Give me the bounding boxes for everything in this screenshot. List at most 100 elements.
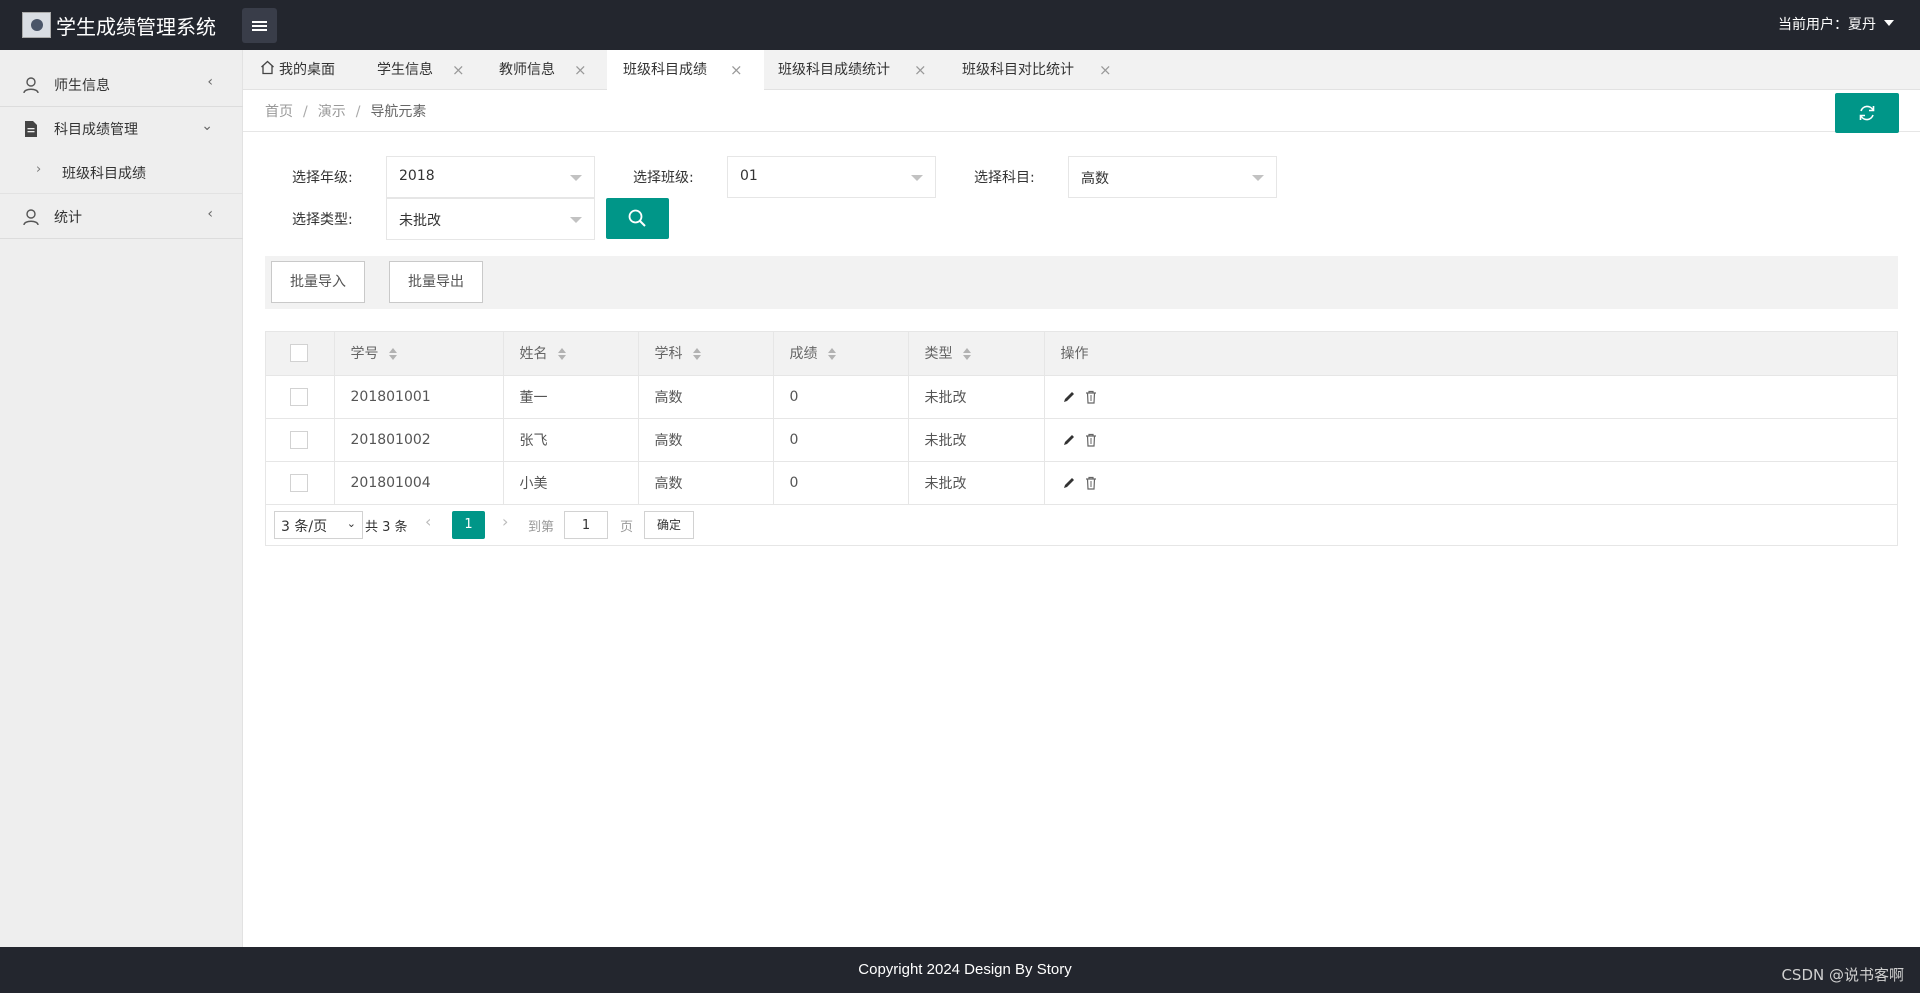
cell-type: 未批改: [908, 375, 1045, 419]
class-label: 选择班级:: [633, 170, 694, 186]
copyright-text: Copyright 2024 Design By Story: [858, 961, 1072, 978]
score-table: 学号 姓名 学科 成绩 类型 操作 201801001 董一 高数 0 未批改: [265, 331, 1898, 546]
home-icon: [261, 60, 274, 75]
type-select[interactable]: 未批改: [386, 198, 595, 240]
column-header-subject[interactable]: 学科: [638, 332, 774, 376]
page-button-current[interactable]: 1: [452, 511, 485, 539]
sidebar: 师生信息 ‹ 科目成绩管理 ⌄ › 班级科目成绩 统计 ‹: [0, 50, 243, 947]
grade-select-value: 2018: [399, 168, 435, 184]
next-page-icon[interactable]: ›: [502, 512, 508, 531]
column-header-score[interactable]: 成绩: [773, 332, 909, 376]
sort-icon[interactable]: [827, 348, 836, 361]
column-header-type[interactable]: 类型: [908, 332, 1045, 376]
caret-down-icon: [570, 175, 582, 181]
tab-my-desktop[interactable]: 我的桌面: [260, 50, 335, 90]
cell-id: 201801001: [334, 375, 504, 419]
column-header-actions: 操作: [1044, 332, 1897, 376]
breadcrumb-bar: 首页 / 演示 / 导航元素: [243, 90, 1920, 133]
caret-down-icon: [570, 217, 582, 223]
edit-icon[interactable]: [1061, 475, 1077, 491]
goto-confirm-button[interactable]: 确定: [644, 511, 694, 539]
sidebar-item-statistics[interactable]: 统计 ‹: [0, 194, 243, 238]
cell-subject: 高数: [638, 375, 774, 419]
breadcrumb-item[interactable]: 演示: [318, 104, 346, 120]
breadcrumb-item[interactable]: 首页: [265, 104, 293, 120]
type-label: 选择类型:: [292, 212, 353, 228]
chevron-left-icon: ‹: [207, 74, 213, 90]
sort-icon[interactable]: [962, 348, 971, 361]
app-title: 学生成绩管理系统: [56, 15, 216, 39]
tab-class-subject-score[interactable]: 班级科目成绩 ×: [607, 50, 764, 90]
class-select[interactable]: 01: [727, 156, 936, 198]
sidebar-item-label: 统计: [54, 210, 82, 226]
trash-icon[interactable]: [1083, 389, 1099, 405]
row-checkbox[interactable]: [290, 387, 308, 406]
chevron-left-icon: ‹: [207, 206, 213, 222]
close-icon[interactable]: ×: [1099, 50, 1112, 90]
close-icon[interactable]: ×: [452, 50, 465, 90]
chevron-down-icon: ⌄: [201, 118, 213, 134]
tab-bar: 我的桌面 学生信息 × 教师信息 × 班级科目成绩 × 班级科目成绩统计 × 班…: [243, 50, 1920, 90]
row-checkbox[interactable]: [290, 473, 308, 492]
breadcrumb-current: 导航元素: [370, 104, 427, 120]
tab-class-subject-compare-stats[interactable]: 班级科目对比统计 ×: [962, 50, 1122, 90]
table-toolbar: 批量导入 批量导出: [265, 256, 1898, 309]
pagination: 3 条/页 ⌄ 共 3 条 ‹ 1 › 到第 页 确定: [266, 504, 1897, 546]
sort-icon[interactable]: [557, 348, 566, 361]
breadcrumb: 首页 / 演示 / 导航元素: [265, 104, 427, 120]
cell-name: 小美: [503, 461, 639, 505]
sidebar-item-score-management[interactable]: 科目成绩管理 ⌄: [0, 106, 243, 150]
current-user-menu[interactable]: 当前用户：夏丹: [1778, 14, 1894, 34]
top-header: 学生成绩管理系统 当前用户：夏丹: [0, 0, 1920, 50]
column-header-name[interactable]: 姓名: [503, 332, 639, 376]
prev-page-icon[interactable]: ‹: [425, 512, 431, 531]
select-all-checkbox[interactable]: [290, 344, 308, 363]
grade-select[interactable]: 2018: [386, 156, 595, 198]
tab-label: 班级科目对比统计: [962, 62, 1074, 78]
cell-score: 0: [773, 418, 909, 462]
cell-id: 201801002: [334, 418, 504, 462]
close-icon[interactable]: ×: [574, 50, 587, 90]
caret-down-icon: [1252, 175, 1264, 181]
search-button[interactable]: [606, 198, 669, 239]
batch-import-button[interactable]: 批量导入: [271, 261, 365, 303]
sidebar-divider: [0, 238, 243, 239]
page-unit-label: 页: [620, 520, 634, 535]
user-icon: [23, 77, 39, 94]
batch-export-button[interactable]: 批量导出: [389, 261, 483, 303]
trash-icon[interactable]: [1083, 432, 1099, 448]
sidebar-item-class-subject-score[interactable]: › 班级科目成绩: [0, 150, 243, 194]
type-select-value: 未批改: [399, 213, 441, 229]
cell-name: 张飞: [503, 418, 639, 462]
menu-toggle-button[interactable]: [242, 8, 277, 43]
refresh-icon: [1859, 105, 1875, 121]
close-icon[interactable]: ×: [730, 50, 743, 90]
sort-icon[interactable]: [692, 348, 701, 361]
edit-icon[interactable]: [1061, 432, 1077, 448]
close-icon[interactable]: ×: [914, 50, 927, 90]
page-size-select[interactable]: 3 条/页 ⌄: [274, 511, 363, 539]
cell-name: 董一: [503, 375, 639, 419]
current-user-label: 当前用户：夏丹: [1778, 17, 1876, 33]
subject-select[interactable]: 高数: [1068, 156, 1277, 198]
cell-score: 0: [773, 461, 909, 505]
trash-icon[interactable]: [1083, 475, 1099, 491]
tab-label: 班级科目成绩: [623, 62, 707, 78]
sidebar-item-teacher-student-info[interactable]: 师生信息 ‹: [0, 62, 243, 106]
goto-page-input[interactable]: [564, 511, 608, 539]
tab-class-subject-score-stats[interactable]: 班级科目成绩统计 ×: [778, 50, 938, 90]
app-logo: [22, 12, 51, 38]
refresh-button[interactable]: [1835, 93, 1899, 133]
tab-student-info[interactable]: 学生信息 ×: [377, 50, 483, 90]
chevron-right-icon: ›: [36, 162, 42, 177]
column-header-id[interactable]: 学号: [334, 332, 504, 376]
sort-icon[interactable]: [388, 348, 397, 361]
goto-label: 到第: [528, 520, 555, 535]
row-checkbox[interactable]: [290, 430, 308, 449]
table-row: 201801002 张飞 高数 0 未批改: [266, 418, 1897, 462]
subject-label: 选择科目:: [974, 170, 1035, 186]
watermark-text: CSDN @说书客啊: [1781, 966, 1904, 984]
tab-teacher-info[interactable]: 教师信息 ×: [499, 50, 605, 90]
edit-icon[interactable]: [1061, 389, 1077, 405]
footer: Copyright 2024 Design By Story CSDN @说书客…: [0, 947, 1920, 993]
